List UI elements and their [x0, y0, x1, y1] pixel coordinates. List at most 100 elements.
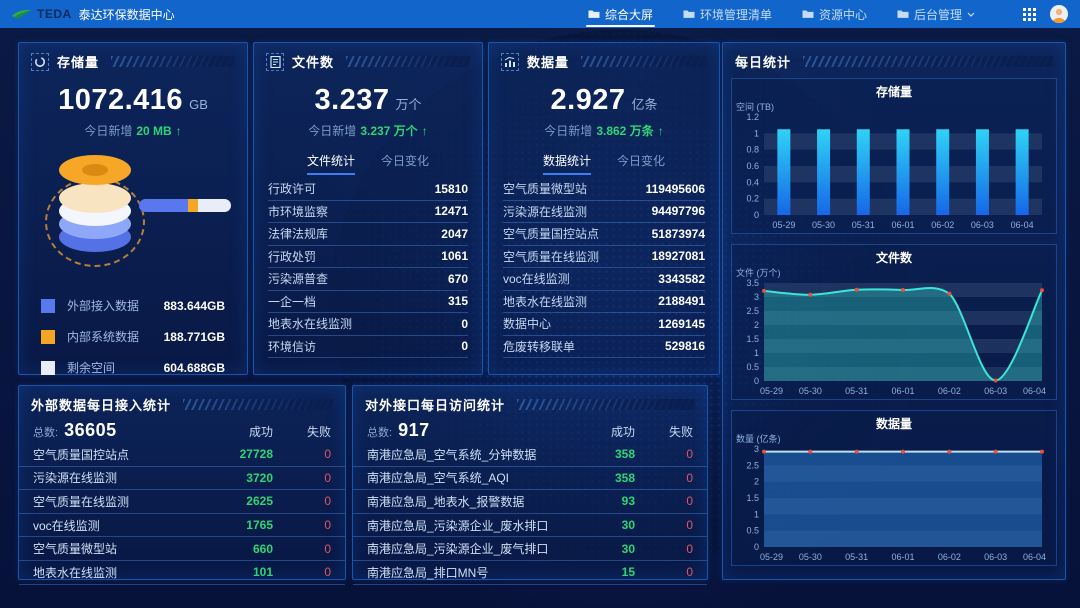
table-row: 空气质量在线监测26250 — [19, 490, 345, 514]
row-label: 南港应急局_空气系统_分钟数据 — [367, 446, 565, 463]
row-success: 2625 — [203, 494, 273, 508]
table-row: 危废转移联单529816 — [503, 336, 705, 359]
row-label: 危废转移联单 — [503, 338, 575, 355]
chart-title: 数据量 — [734, 416, 1054, 433]
svg-text:05-31: 05-31 — [845, 386, 868, 396]
svg-text:数量 (亿条): 数量 (亿条) — [736, 433, 781, 444]
row-success: 93 — [565, 494, 635, 508]
row-value: 3343582 — [658, 272, 705, 286]
storage-panel: 存储量 1072.416GB 今日新增20 MB↑ 外部接入数据883.644G… — [18, 42, 248, 375]
row-fail: 0 — [635, 542, 693, 556]
table-row: 环境信访0 — [268, 336, 468, 359]
files-delta: 今日新增3.237 万个↑ — [254, 122, 482, 139]
files-daily-chart-box: 文件数 00.511.522.533.505-2905-3005-3106-01… — [731, 244, 1057, 400]
folder-icon — [897, 9, 909, 19]
row-value: 0 — [461, 339, 468, 353]
row-success: 358 — [565, 447, 635, 461]
nav-item-admin[interactable]: 后台管理 — [897, 0, 975, 28]
storage-legend: 外部接入数据883.644GB内部系统数据188.771GB剩余空间604.68… — [41, 297, 225, 376]
nav-item-env-list[interactable]: 环境管理清单 — [683, 0, 772, 28]
svg-text:06-02: 06-02 — [938, 552, 961, 562]
app-title: 泰达环保数据中心 — [79, 6, 175, 23]
row-label: 南港应急局_污染源企业_废气排口 — [367, 540, 565, 557]
files-panel-header: 文件数 — [254, 43, 482, 76]
tab-file-stats[interactable]: 文件统计 — [307, 152, 355, 175]
table-row: 市环境监察12471 — [268, 201, 468, 224]
nav-item-resource-center[interactable]: 资源中心 — [802, 0, 867, 28]
teda-leaf-icon — [12, 9, 32, 20]
tab-data-stats[interactable]: 数据统计 — [543, 152, 591, 175]
row-label: 空气质量国控站点 — [33, 446, 203, 463]
table-row: 法律法规库2047 — [268, 223, 468, 246]
table-row: voc在线监测17650 — [19, 514, 345, 538]
storage-daily-chart-box: 存储量 00.20.40.60.811.205-2905-3005-3106-0… — [731, 78, 1057, 234]
svg-text:0: 0 — [754, 542, 759, 552]
svg-text:06-03: 06-03 — [984, 386, 1007, 396]
row-value: 670 — [448, 272, 468, 286]
row-fail: 0 — [273, 447, 331, 461]
storage-panel-header: 存储量 — [19, 43, 247, 76]
svg-text:06-01: 06-01 — [891, 552, 914, 562]
tab-data-today-change[interactable]: 今日变化 — [617, 152, 665, 175]
row-label: 地表水在线监测 — [268, 315, 352, 332]
legend-swatch — [41, 330, 55, 344]
folder-icon — [588, 9, 600, 19]
tab-file-today-change[interactable]: 今日变化 — [381, 152, 429, 175]
legend-label: 外部接入数据 — [67, 297, 152, 314]
svg-text:0.4: 0.4 — [746, 177, 759, 187]
data-table: 空气质量微型站119495606污染源在线监测94497796空气质量国控站点5… — [503, 178, 705, 358]
person-icon — [1050, 5, 1068, 23]
svg-text:2.5: 2.5 — [746, 306, 759, 316]
row-value: 2188491 — [658, 294, 705, 308]
data-title: 数据量 — [527, 52, 569, 71]
api-access-panel: 对外接口每日访问统计 总数: 917 成功 失败 南港应急局_空气系统_分钟数据… — [352, 385, 708, 580]
disk-stack-icon — [55, 155, 135, 255]
header-stripes — [183, 399, 333, 410]
svg-text:05-29: 05-29 — [760, 552, 783, 562]
svg-text:06-04: 06-04 — [1023, 386, 1046, 396]
external-table: 空气质量国控站点277280污染源在线监测37200空气质量在线监测26250v… — [19, 443, 345, 585]
row-fail: 0 — [635, 518, 693, 532]
row-fail: 0 — [273, 542, 331, 556]
top-navbar: TEDA 泰达环保数据中心 综合大屏 环境管理清单 资源中心 后台管理 — [0, 0, 1080, 28]
row-value: 2047 — [441, 227, 468, 241]
api-total-value: 917 — [398, 420, 430, 441]
legend-label: 内部系统数据 — [67, 328, 152, 345]
table-row: 地表水在线监测2188491 — [503, 291, 705, 314]
daily-stats-panel: 每日统计 存储量 00.20.40.60.811.205-2905-3005-3… — [722, 42, 1066, 580]
table-row: 南港应急局_空气系统_分钟数据3580 — [353, 443, 707, 467]
svg-text:3: 3 — [754, 292, 759, 302]
svg-text:06-01: 06-01 — [891, 220, 914, 230]
row-value: 1269145 — [658, 317, 705, 331]
external-data-panel: 外部数据每日接入统计 总数: 36605 成功 失败 空气质量国控站点27728… — [18, 385, 346, 580]
header-stripes — [111, 56, 235, 67]
row-fail: 0 — [635, 447, 693, 461]
bar-chart-icon — [501, 53, 519, 71]
row-label: 空气质量在线监测 — [33, 493, 203, 510]
row-success: 15 — [565, 565, 635, 579]
row-success: 101 — [203, 565, 273, 579]
svg-text:05-30: 05-30 — [799, 552, 822, 562]
chevron-down-icon — [967, 12, 975, 17]
row-label: 污染源在线监测 — [33, 469, 203, 486]
apps-grid-icon[interactable] — [1023, 8, 1036, 21]
chart-title: 存储量 — [734, 84, 1054, 101]
header-stripes — [517, 399, 695, 410]
svg-text:3: 3 — [754, 444, 759, 454]
svg-text:1: 1 — [754, 348, 759, 358]
row-success: 358 — [565, 471, 635, 485]
row-label: 行政许可 — [268, 180, 316, 197]
svg-text:06-03: 06-03 — [984, 552, 1007, 562]
legend-item: 内部系统数据188.771GB — [41, 328, 225, 345]
row-fail: 0 — [273, 494, 331, 508]
external-title: 外部数据每日接入统计 — [31, 395, 171, 414]
nav-label: 综合大屏 — [605, 6, 653, 23]
svg-text:0.5: 0.5 — [746, 362, 759, 372]
nav-item-dashboard[interactable]: 综合大屏 — [588, 0, 653, 28]
table-row: 空气质量国控站点51873974 — [503, 223, 705, 246]
legend-item: 剩余空间604.688GB — [41, 359, 225, 376]
files-tabs: 文件统计 今日变化 — [254, 152, 482, 175]
table-row: 南港应急局_污染源企业_废气排口300 — [353, 537, 707, 561]
user-avatar[interactable] — [1050, 5, 1068, 23]
table-row: 空气质量微型站119495606 — [503, 178, 705, 201]
